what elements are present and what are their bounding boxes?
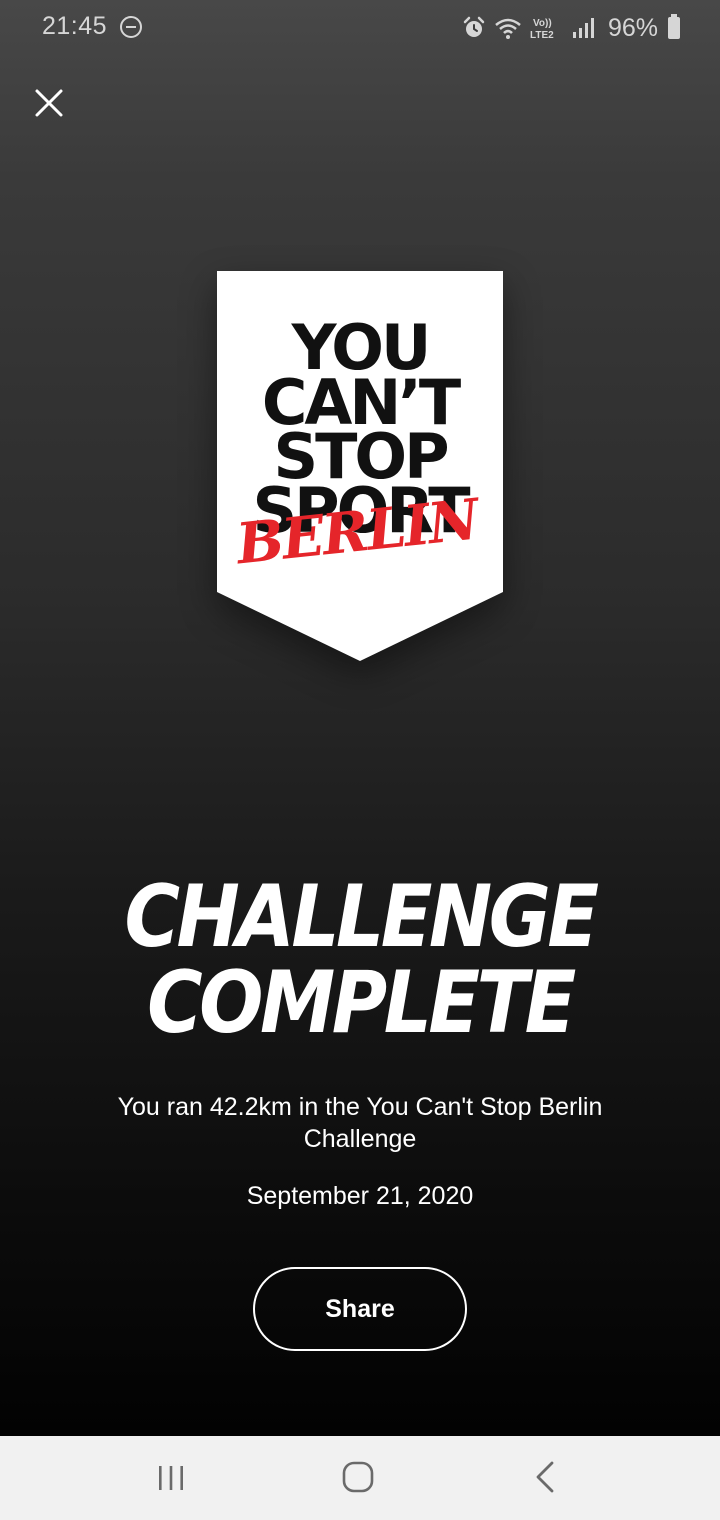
system-nav-bar xyxy=(0,1436,720,1520)
challenge-summary: You ran 42.2km in the You Can't Stop Ber… xyxy=(117,1093,603,1153)
completion-date: September 21, 2020 xyxy=(246,1182,474,1210)
wifi-icon xyxy=(495,18,521,39)
alarm-icon xyxy=(463,16,485,37)
status-icons: Vo)) LTE2 96% xyxy=(462,12,680,44)
headline: CHALLENGE COMPLETE xyxy=(43,874,677,1046)
headline-line-1: CHALLENGE xyxy=(124,867,599,967)
signal-icon xyxy=(572,18,594,38)
challenge-complete-screen: 21:45 Vo)) LTE2 96% YOU CAN’T STOP SPORT… xyxy=(0,0,720,1436)
volte-lte-icon: Vo)) LTE2 xyxy=(530,18,554,41)
share-button[interactable]: Share xyxy=(253,1267,467,1351)
challenge-badge: YOU CAN’T STOP SPORT BERLIN xyxy=(217,271,503,661)
home-icon[interactable] xyxy=(341,1460,375,1494)
svg-text:LTE2: LTE2 xyxy=(530,30,554,41)
battery-icon xyxy=(668,14,680,39)
close-icon xyxy=(35,89,63,117)
battery-percent: 96% xyxy=(607,13,658,42)
close-button[interactable] xyxy=(26,80,72,126)
headline-line-2: COMPLETE xyxy=(147,953,576,1053)
do-not-disturb-icon xyxy=(120,16,142,38)
status-time: 21:45 xyxy=(42,12,108,40)
back-icon[interactable] xyxy=(532,1460,558,1494)
recent-apps-icon[interactable] xyxy=(156,1464,186,1492)
svg-text:Vo)): Vo)) xyxy=(533,18,552,29)
status-bar: 21:45 Vo)) LTE2 96% xyxy=(0,0,720,56)
